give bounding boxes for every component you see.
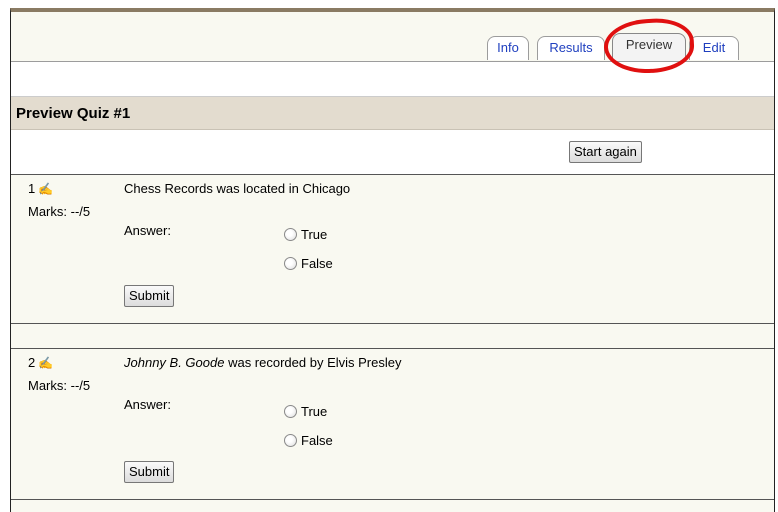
submit-button[interactable]: Submit xyxy=(124,285,175,307)
page-title: Preview Quiz #1 xyxy=(11,97,774,130)
question-text-body: was recorded by Elvis Presley xyxy=(224,355,402,370)
tab-results[interactable]: Results xyxy=(537,36,605,60)
question-separator xyxy=(11,499,774,512)
tab-info-label: Info xyxy=(497,40,519,55)
question-number-value: 1 xyxy=(28,181,36,196)
radio-button[interactable] xyxy=(284,257,297,270)
option-true[interactable]: True xyxy=(284,404,327,419)
start-again-row: Start again xyxy=(11,131,774,175)
tab-info[interactable]: Info xyxy=(487,36,529,60)
option-false[interactable]: False xyxy=(284,256,333,271)
option-false[interactable]: False xyxy=(284,433,333,448)
tab-edit-label: Edit xyxy=(702,40,726,55)
radio-button[interactable] xyxy=(284,228,297,241)
tab-bar: Info Results Preview Edit xyxy=(11,12,774,62)
answer-label: Answer: xyxy=(124,223,171,238)
spacer xyxy=(11,62,774,97)
question-text-body: Chess Records was located in Chicago xyxy=(124,181,351,196)
question-2: 2 ✍ Marks: --/5 Johnny B. Goode was recor… xyxy=(11,349,774,499)
question-marks: Marks: --/5 xyxy=(28,378,91,393)
tab-results-label: Results xyxy=(549,40,593,55)
question-text-italic: Johnny B. Goode xyxy=(124,355,225,370)
option-label: False xyxy=(301,256,333,271)
question-marks: Marks: --/5 xyxy=(28,204,91,219)
radio-button[interactable] xyxy=(284,405,297,418)
answer-label: Answer: xyxy=(124,397,171,412)
tab-edit[interactable]: Edit xyxy=(689,36,739,60)
tab-preview[interactable]: Preview xyxy=(612,33,686,61)
option-label: False xyxy=(301,433,333,448)
question-separator xyxy=(11,323,774,349)
option-label: True xyxy=(301,227,328,242)
quiz-page: Info Results Preview Edit Preview Quiz #… xyxy=(10,8,775,512)
pencil-edit-icon[interactable]: ✍ xyxy=(38,356,53,370)
option-true[interactable]: True xyxy=(284,227,327,242)
question-number: 1 ✍ xyxy=(28,181,53,196)
submit-button[interactable]: Submit xyxy=(124,461,175,483)
tab-preview-label: Preview xyxy=(625,37,673,52)
question-number-value: 2 xyxy=(28,355,36,370)
radio-button[interactable] xyxy=(284,434,297,447)
option-label: True xyxy=(301,404,328,419)
question-number: 2 ✍ xyxy=(28,355,53,370)
pencil-edit-icon[interactable]: ✍ xyxy=(38,182,53,196)
question-1: 1 ✍ Marks: --/5 Chess Records was located… xyxy=(11,175,774,323)
start-again-button[interactable]: Start again xyxy=(569,141,642,163)
question-text: Johnny B. Goode was recorded by Elvis Pr… xyxy=(124,355,401,370)
question-text: Chess Records was located in Chicago xyxy=(124,181,350,196)
